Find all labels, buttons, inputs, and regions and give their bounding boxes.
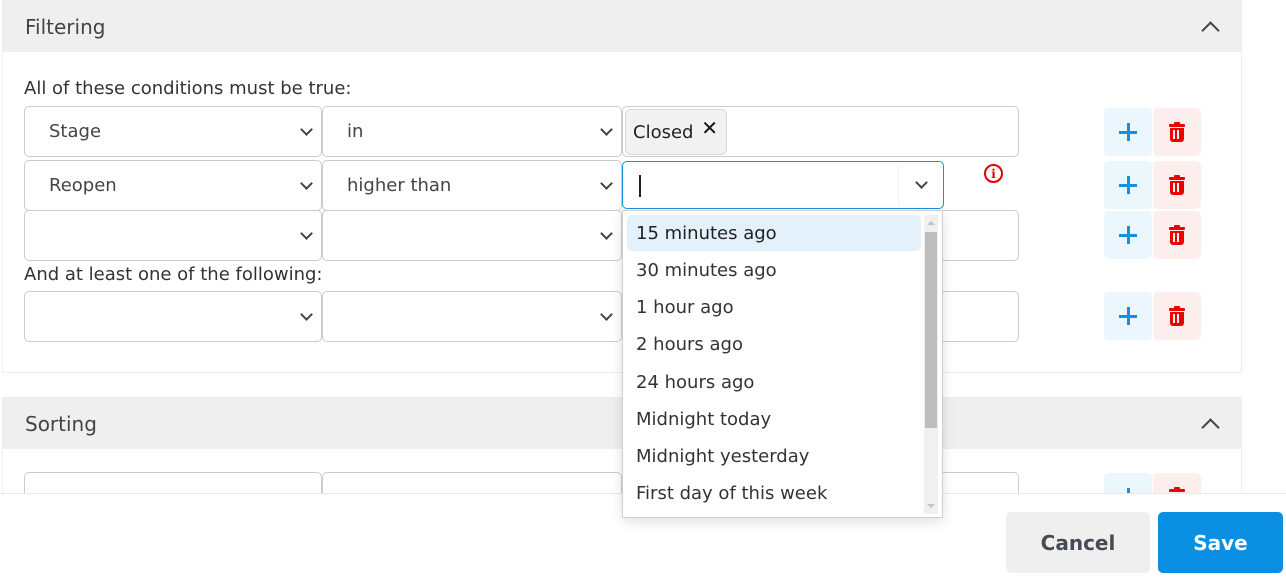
dropdown-option[interactable]: 15 minutes ago — [627, 215, 921, 251]
value-dropdown-list: 15 minutes ago 30 minutes ago 1 hour ago… — [622, 210, 943, 518]
trash-icon — [1169, 306, 1185, 326]
select-value: higher than — [347, 175, 452, 196]
condition-operator-select[interactable]: in — [322, 106, 622, 157]
chevron-down-icon — [600, 177, 613, 190]
dropdown-option[interactable]: Midnight today — [627, 401, 921, 437]
delete-condition-button[interactable] — [1153, 292, 1201, 340]
value-tag: Closed ✕ — [625, 109, 727, 155]
filtering-title: Filtering — [25, 14, 106, 39]
delete-condition-button[interactable] — [1153, 161, 1201, 209]
chevron-down-icon — [600, 227, 613, 240]
chevron-down-icon — [600, 123, 613, 136]
select-value: in — [347, 121, 364, 142]
chevron-up-icon[interactable] — [1201, 17, 1221, 37]
condition-operator-select[interactable] — [322, 210, 622, 261]
scroll-down-arrow-icon[interactable] — [927, 504, 935, 508]
save-button[interactable]: Save — [1158, 512, 1283, 573]
dropdown-option[interactable]: 1 hour ago — [627, 289, 921, 325]
plus-icon — [1119, 176, 1137, 194]
chevron-down-icon — [300, 227, 313, 240]
add-condition-button[interactable] — [1104, 211, 1152, 259]
close-icon[interactable]: ✕ — [701, 116, 718, 140]
trash-icon — [1169, 175, 1185, 195]
text-cursor — [639, 175, 641, 197]
chevron-down-icon[interactable] — [915, 176, 928, 189]
any-conditions-label: And at least one of the following: — [24, 264, 323, 285]
select-value: Reopen — [49, 175, 117, 196]
condition-value-multiselect[interactable]: Closed ✕ — [622, 106, 1019, 157]
chevron-down-icon — [300, 308, 313, 321]
dropdown-option[interactable]: First day of this week — [627, 475, 921, 511]
dropdown-scrollbar[interactable] — [924, 215, 938, 514]
chevron-up-icon[interactable] — [1201, 414, 1221, 434]
add-condition-button[interactable] — [1104, 161, 1152, 209]
chevron-down-icon — [300, 177, 313, 190]
scrollbar-thumb[interactable] — [925, 232, 937, 428]
plus-icon — [1119, 226, 1137, 244]
condition-operator-select[interactable]: higher than — [322, 160, 622, 211]
condition-value-input[interactable] — [622, 161, 944, 209]
add-condition-button[interactable] — [1104, 292, 1152, 340]
tag-label: Closed — [633, 121, 694, 143]
info-icon[interactable]: i — [984, 164, 1003, 183]
condition-field-select[interactable]: Stage — [24, 106, 322, 157]
condition-field-select[interactable] — [24, 291, 322, 342]
dropdown-option[interactable]: 2 hours ago — [627, 326, 921, 362]
condition-field-select[interactable] — [24, 210, 322, 261]
plus-icon — [1119, 123, 1137, 141]
delete-condition-button[interactable] — [1153, 211, 1201, 259]
delete-condition-button[interactable] — [1153, 108, 1201, 156]
all-conditions-label: All of these conditions must be true: — [24, 78, 352, 99]
input-divider — [898, 166, 899, 204]
add-condition-button[interactable] — [1104, 108, 1152, 156]
condition-field-select[interactable]: Reopen — [24, 160, 322, 211]
chevron-down-icon — [600, 308, 613, 321]
dropdown-option[interactable]: 24 hours ago — [627, 364, 921, 400]
plus-icon — [1119, 307, 1137, 325]
sorting-title: Sorting — [25, 411, 97, 436]
trash-icon — [1169, 122, 1185, 142]
chevron-down-icon — [300, 123, 313, 136]
condition-operator-select[interactable] — [322, 291, 622, 342]
cancel-button[interactable]: Cancel — [1006, 512, 1150, 573]
scroll-up-arrow-icon[interactable] — [927, 221, 935, 225]
trash-icon — [1169, 225, 1185, 245]
filtering-header[interactable]: Filtering — [3, 1, 1241, 52]
dropdown-option[interactable]: Midnight yesterday — [627, 438, 921, 474]
dropdown-option[interactable]: 30 minutes ago — [627, 252, 921, 288]
select-value: Stage — [49, 121, 102, 142]
